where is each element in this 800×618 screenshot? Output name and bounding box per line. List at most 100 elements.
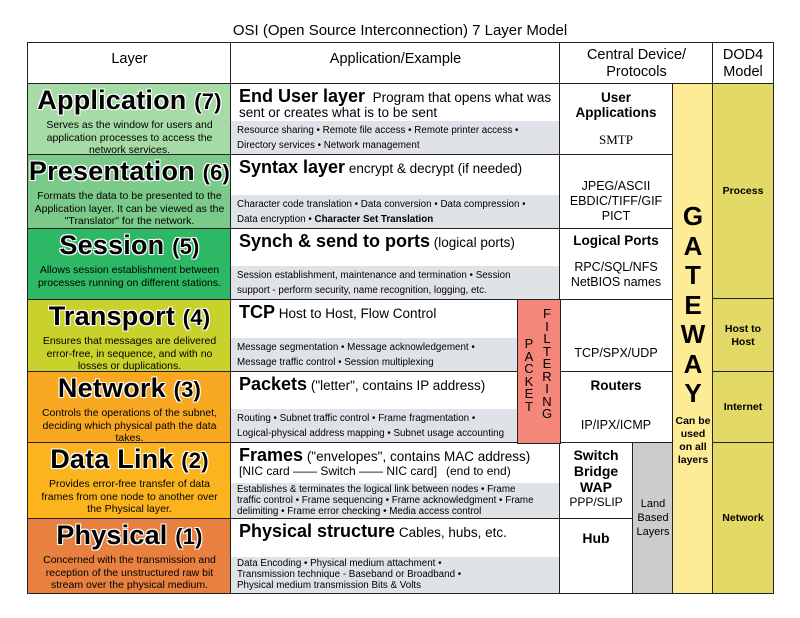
detail-line: traffic control • Frame sequencing • Fra… — [237, 495, 534, 506]
detail-line: Transmission technique - Baseband or Bro… — [237, 569, 462, 580]
example-details: Routing • Subnet traffic control • Frame… — [231, 409, 518, 443]
layer-name-text: Presentation — [28, 156, 195, 186]
example-title: Packets — [239, 374, 308, 394]
example-title: End User layer — [239, 86, 366, 106]
example-details: Message segmentation • Message acknowled… — [231, 338, 518, 372]
example-session: Synch & send to ports (logical ports) Ses… — [230, 228, 561, 301]
layer-description: Ensures that messages are delivered erro… — [42, 335, 217, 372]
example-details: Data Encoding • Physical medium attachme… — [231, 557, 560, 593]
device-bold: Routers — [590, 378, 642, 393]
device-network: Routers IP/IPX/ICMP — [559, 371, 673, 444]
header-central-line1: Central Device/ — [586, 46, 687, 63]
layer-data-link: Data Link (2) Provides error-free transf… — [27, 442, 232, 520]
layer-name: Network (3) — [28, 373, 231, 405]
dod-process: Process — [712, 83, 774, 300]
diagram-title: OSI (Open Source Interconnection) 7 Laye… — [232, 22, 568, 39]
header-central-device: Central Device/ Protocols — [559, 42, 714, 85]
device-physical: Hub — [559, 518, 633, 594]
layer-name-text: Network — [57, 373, 166, 403]
detail-line: Message traffic control • Session multip… — [237, 357, 434, 368]
layer-name-text: Data Link — [50, 444, 174, 474]
gateway-note: Can be used on all layers — [675, 414, 711, 466]
packet-label: PACKET — [523, 337, 535, 414]
example-details: Session establishment, maintenance and t… — [231, 266, 560, 300]
detail-line: Routing • Subnet traffic control • Frame… — [237, 413, 476, 424]
gateway-letter: G — [682, 201, 704, 231]
layer-number: (6) — [202, 160, 231, 185]
device-bold: Hub — [582, 530, 610, 546]
device-application: User Applications SMTP — [559, 83, 673, 156]
layer-name-text: Physical — [56, 520, 168, 550]
example-title: Physical structure — [239, 521, 396, 541]
gateway-letter: T — [685, 260, 701, 290]
header-application: Application/Example — [230, 42, 561, 85]
layer-description: Formats the data to be presented to the … — [34, 190, 225, 227]
detail-line: Message segmentation • Message acknowled… — [237, 342, 475, 353]
layer-name: Physical (1) — [28, 520, 231, 552]
example-data-link: Frames ("envelopes", contains MAC addres… — [230, 442, 561, 520]
filtering-letter: G — [541, 406, 553, 421]
example-title: Frames — [239, 445, 304, 465]
layer-number: (4) — [182, 305, 211, 330]
example-transport: TCP Host to Host, Flow Control Message se… — [230, 299, 519, 373]
device-text: TCP/SPX/UDP — [574, 346, 658, 360]
layer-name: Presentation (6) — [28, 156, 231, 188]
header-dod-line1: DOD4 — [722, 46, 764, 63]
layer-presentation: Presentation (6) Formats the data to be … — [27, 154, 232, 230]
layer-physical: Physical (1) Concerned with the transmis… — [27, 518, 232, 594]
layer-name: Application (7) — [28, 85, 231, 117]
layer-name: Transport (4) — [28, 301, 231, 333]
device-session: Logical Ports RPC/SQL/NFS NetBIOS names — [559, 228, 673, 301]
example-application: End User layer Program that opens what w… — [230, 83, 561, 156]
layer-description: Controls the operations of the subnet, d… — [41, 407, 218, 444]
example-line2-text: [NIC card —— Switch —— NIC card] — [239, 464, 438, 478]
layer-session: Session (5) Allows session establishment… — [27, 228, 232, 301]
device-data-link: Switch Bridge WAP PPP/SLIP — [559, 442, 633, 520]
packet-letter: T — [525, 398, 533, 414]
layer-number: (2) — [181, 448, 209, 473]
example-text: ("letter", contains IP address) — [310, 378, 486, 393]
device-text: IP/IPX/ICMP — [580, 418, 652, 432]
example-title: Synch & send to ports — [239, 231, 431, 251]
detail-line: Logical-physical address mapping • Subne… — [237, 428, 505, 439]
device-text: JPEG/ASCII EBDIC/TIFF/GIF PICT — [569, 179, 663, 223]
device-bold: Switch Bridge WAP — [573, 447, 619, 495]
layer-application: Application (7) Serves as the window for… — [27, 83, 232, 156]
dod-process-label: Process — [722, 185, 764, 197]
header-layer: Layer — [27, 42, 232, 85]
detail-line: Physical medium transmission Bits & Volt… — [237, 580, 422, 591]
device-text: RPC/SQL/NFS NetBIOS names — [570, 260, 662, 289]
example-text: Cables, hubs, etc. — [398, 525, 507, 540]
detail-line: Resource sharing • Remote file access • … — [237, 125, 519, 136]
header-layer-label: Layer — [111, 51, 148, 67]
device-bold: User Applications — [575, 90, 657, 120]
gateway-label: GATEWAY — [673, 201, 713, 409]
example-network: Packets ("letter", contains IP address) R… — [230, 371, 519, 444]
filtering-label: FILTERING — [540, 307, 554, 421]
detail-line: Establishes & terminates the logical lin… — [237, 484, 516, 495]
detail-line: Data encryption • — [237, 214, 315, 225]
example-text: ("envelopes", contains MAC address) — [306, 449, 531, 464]
layer-description: Concerned with the transmission and rece… — [43, 554, 216, 591]
detail-line: support - perform security, name recogni… — [237, 285, 487, 296]
layer-name-text: Session — [59, 230, 165, 260]
dod-host-to-host: Host to Host — [712, 298, 774, 373]
detail-line: delimiting • Frame error checking • Medi… — [237, 506, 482, 517]
example-details: Resource sharing • Remote file access • … — [231, 121, 560, 155]
detail-line: Directory services • Network management — [237, 140, 420, 151]
example-line2: [NIC card —— Switch —— NIC card] (end to … — [231, 464, 560, 478]
dod-network-label: Network — [722, 511, 764, 524]
dod-internet-label: Internet — [723, 401, 763, 413]
detail-line: Data Encoding • Physical medium attachme… — [237, 558, 442, 569]
device-bold: Logical Ports — [573, 233, 659, 248]
layer-number: (7) — [194, 89, 222, 114]
device-presentation: JPEG/ASCII EBDIC/TIFF/GIF PICT — [559, 154, 673, 230]
detail-bold: Character Set Translation — [314, 214, 434, 225]
example-text: encrypt & decrypt (if needed) — [348, 161, 523, 176]
gateway-letter: A — [683, 348, 703, 379]
device-text: PPP/SLIP — [569, 495, 623, 509]
land-based-label: Land Based Layers — [636, 498, 670, 538]
example-line2-right: (end to end) — [446, 464, 511, 478]
detail-line: Character code translation • Data conver… — [237, 199, 526, 210]
layer-name: Session (5) — [28, 230, 231, 262]
